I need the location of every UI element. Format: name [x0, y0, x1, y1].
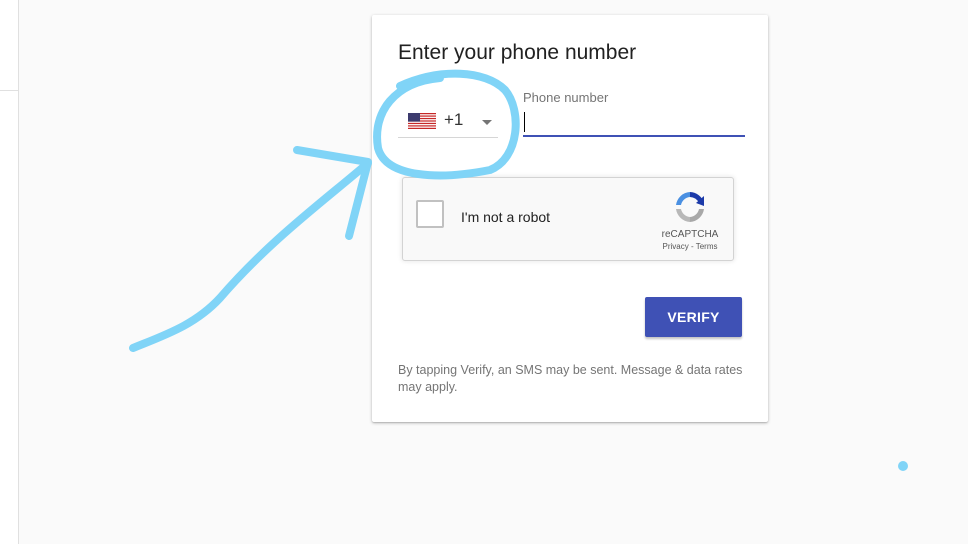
phone-auth-card: Enter your phone number +1 Phone number …	[372, 15, 768, 422]
side-panel	[0, 0, 19, 544]
recaptcha-links-separator: -	[688, 242, 696, 251]
phone-number-input[interactable]	[523, 107, 745, 137]
recaptcha-checkbox[interactable]	[416, 200, 444, 228]
phone-number-label: Phone number	[523, 90, 609, 105]
recaptcha-widget: I'm not a robot reCAPTCHA Privacy - Term…	[402, 177, 734, 261]
recaptcha-label: I'm not a robot	[461, 209, 551, 225]
recaptcha-brand: reCAPTCHA	[661, 229, 719, 240]
annotation-dot	[898, 461, 908, 471]
recaptcha-privacy-link[interactable]: Privacy	[663, 242, 689, 251]
caret-down-icon	[482, 120, 492, 125]
country-dial-code: +1	[444, 110, 464, 129]
card-title: Enter your phone number	[398, 41, 637, 64]
recaptcha-links: Privacy - Terms	[647, 242, 733, 251]
recaptcha-logo-icon	[676, 192, 704, 222]
side-panel-divider	[0, 90, 18, 91]
text-cursor	[524, 112, 525, 132]
annotation-arrow-head	[293, 146, 372, 240]
annotation-arrow-shaft	[129, 159, 372, 352]
country-code-selector[interactable]: +1	[398, 107, 498, 138]
sms-disclaimer: By tapping Verify, an SMS may be sent. M…	[398, 363, 743, 394]
recaptcha-terms-link[interactable]: Terms	[696, 242, 718, 251]
verify-button[interactable]: VERIFY	[645, 297, 742, 337]
us-flag-icon	[408, 113, 436, 129]
